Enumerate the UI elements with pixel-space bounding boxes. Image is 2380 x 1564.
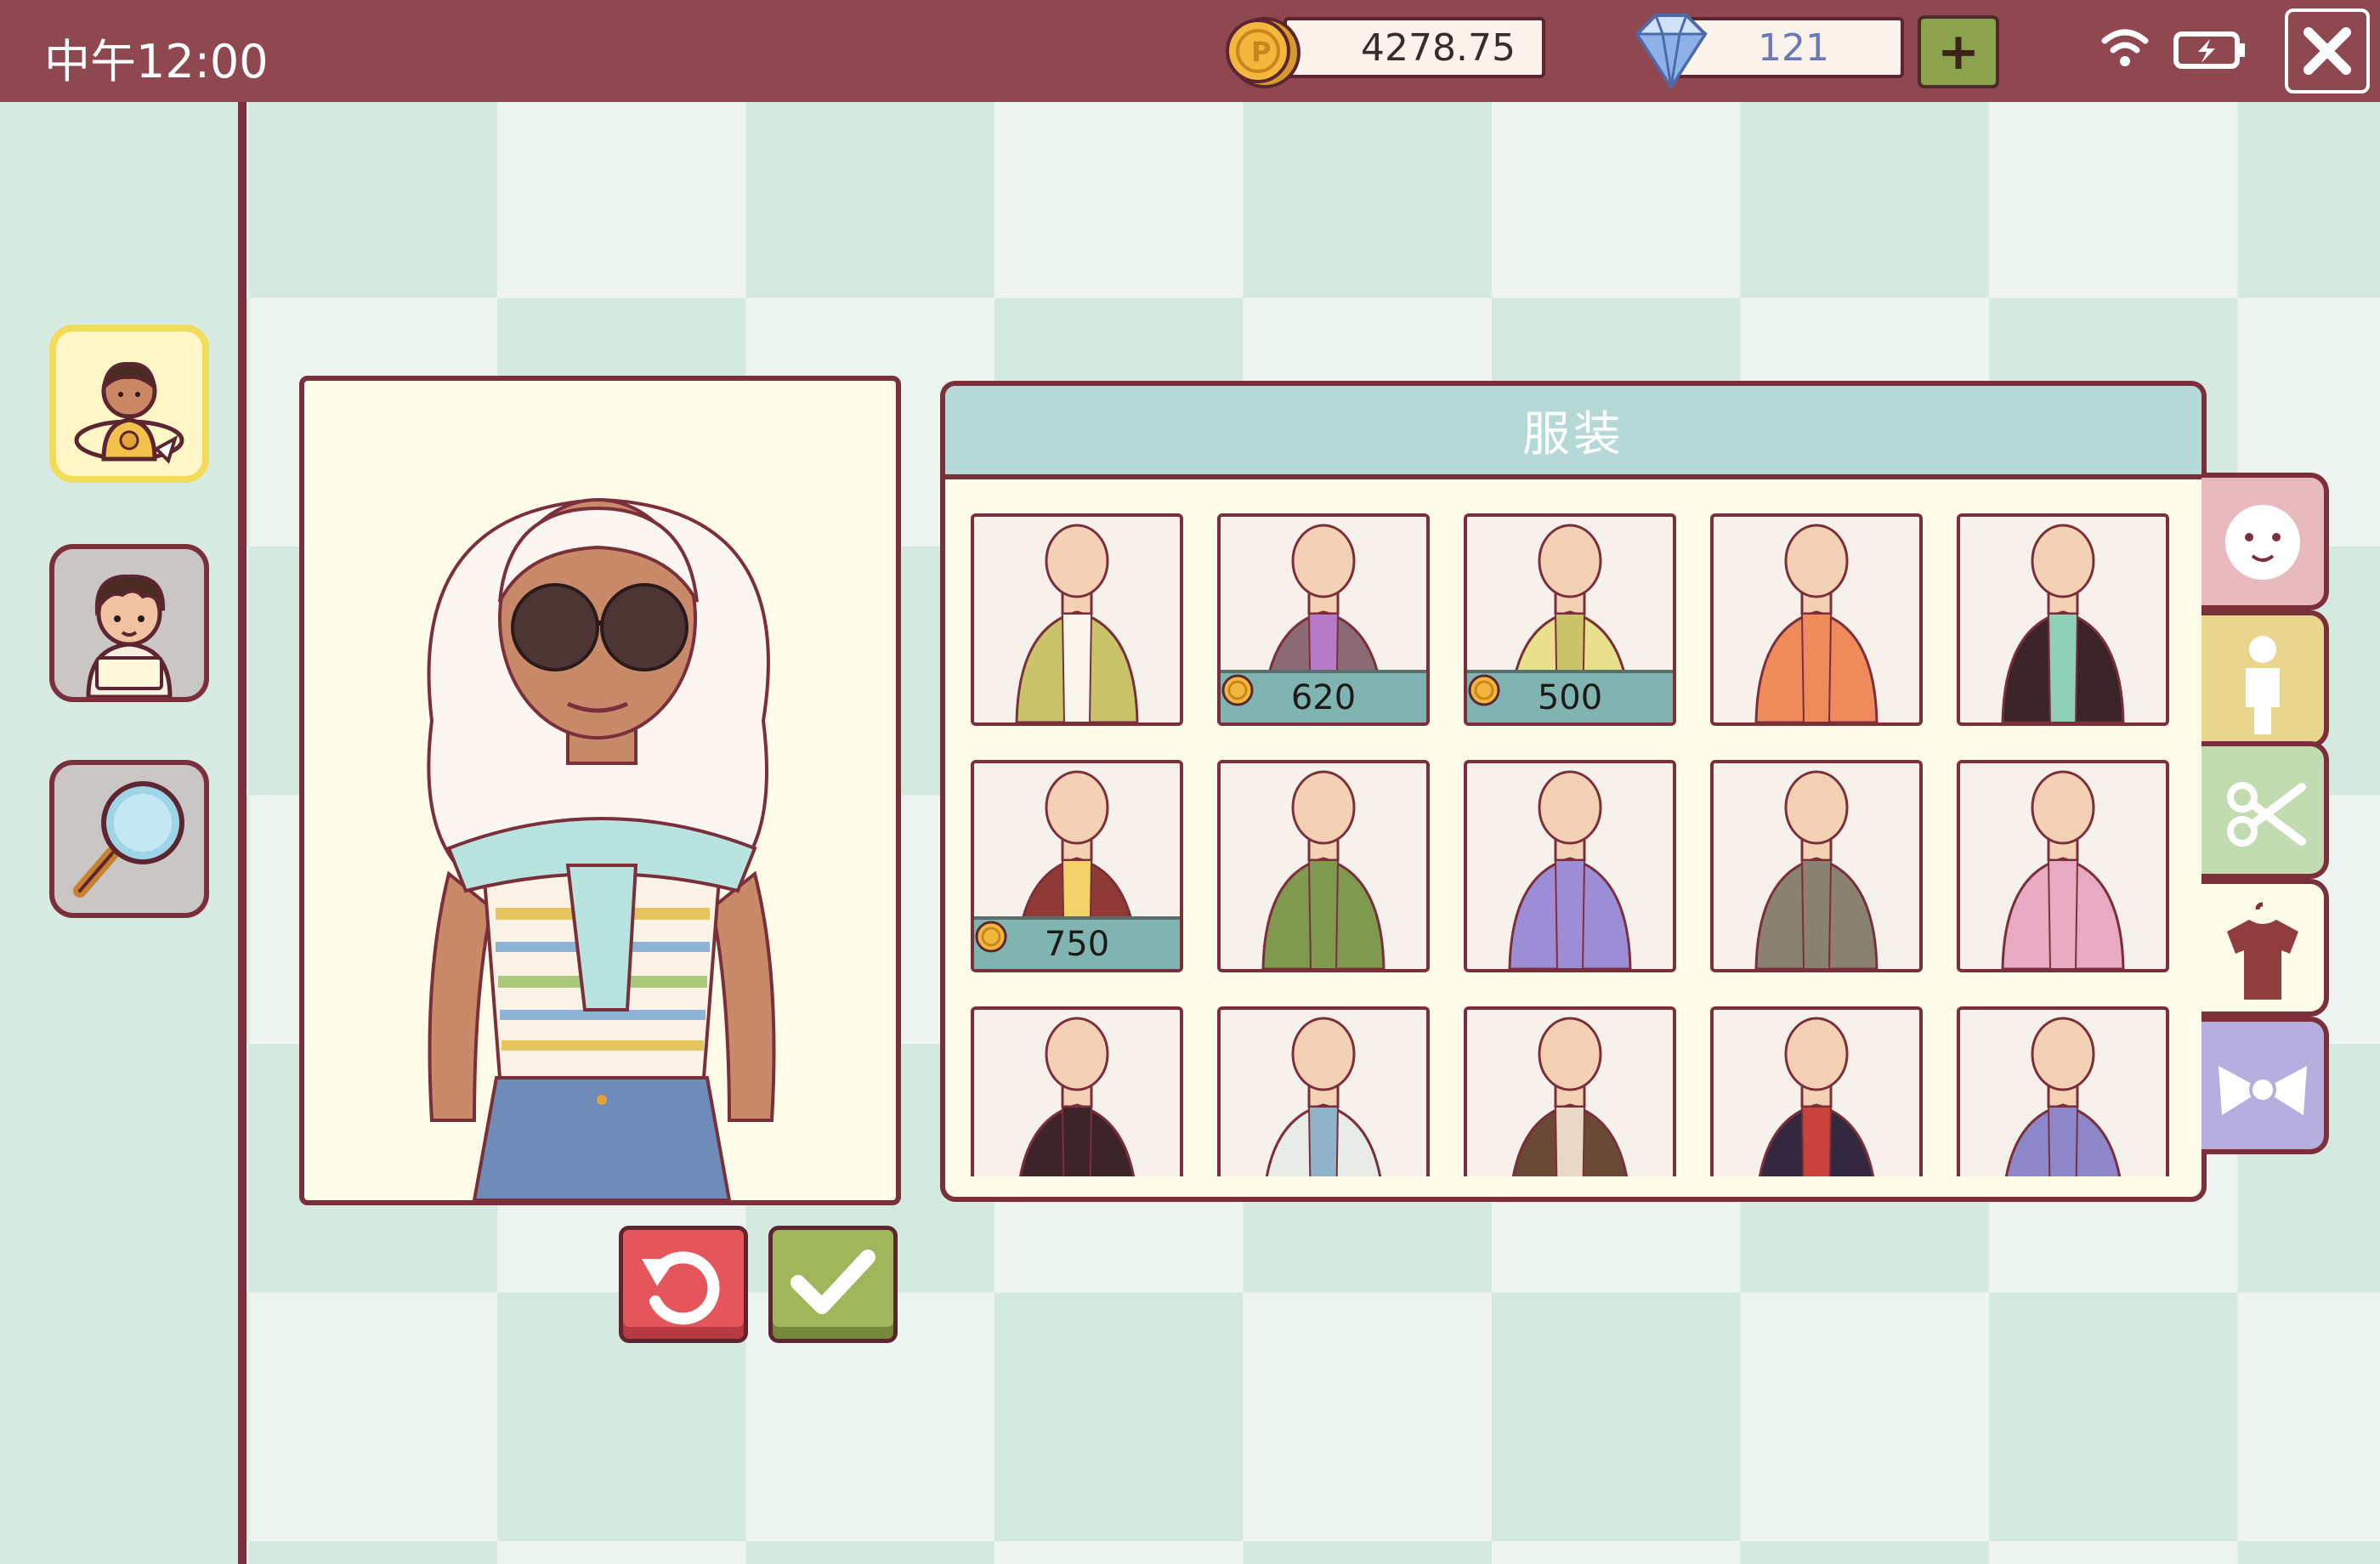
- character-portrait-icon: [86, 574, 173, 697]
- wifi-icon: [2101, 29, 2149, 66]
- outfit-card[interactable]: 620: [1217, 513, 1430, 726]
- price-tag: 620: [1221, 670, 1426, 722]
- checkmark-icon: [790, 1250, 876, 1314]
- scissors-icon: [2227, 782, 2306, 847]
- price-tag: 750: [974, 916, 1180, 969]
- search-button[interactable]: [49, 760, 209, 918]
- mannequin-icon: [1265, 1017, 1382, 1176]
- close-button[interactable]: [2285, 8, 2370, 94]
- character-figure: [427, 497, 776, 1200]
- mannequin-icon: [1758, 1017, 1875, 1176]
- coin-icon: [975, 921, 1007, 953]
- face-icon: [2225, 505, 2300, 580]
- character-preview: [299, 376, 901, 1205]
- body-tab[interactable]: [2202, 610, 2329, 748]
- outfit-card[interactable]: [1217, 760, 1430, 972]
- mannequin-icon: [2001, 524, 2125, 722]
- body-icon: [2246, 636, 2280, 734]
- sidebar-divider: [238, 102, 246, 1564]
- coin-icon: [1468, 674, 1500, 706]
- shirt-icon: [2227, 902, 2298, 1000]
- top-bar: 中午12:00 4278.75 P 121 +: [0, 0, 2380, 102]
- face-tab[interactable]: [2202, 473, 2329, 610]
- add-gems-button[interactable]: +: [1918, 15, 1999, 88]
- character-customize-icon: [74, 361, 184, 464]
- outfit-card[interactable]: 500: [1464, 513, 1676, 726]
- outfit-card[interactable]: 750: [971, 760, 1183, 972]
- price-value: 620: [1290, 678, 1357, 717]
- outfit-card[interactable]: [1710, 513, 1923, 726]
- panel-title: 服装: [945, 386, 2202, 479]
- outfit-card[interactable]: [1957, 513, 2169, 726]
- price-value: 500: [1537, 678, 1603, 717]
- price-tag: 500: [1467, 670, 1673, 722]
- bow-icon: [2218, 1066, 2307, 1115]
- coin-icon: P: [1226, 17, 1300, 88]
- mannequin-icon: [1511, 1017, 1629, 1176]
- outfit-card[interactable]: [1710, 760, 1923, 972]
- battery-icon: [2173, 31, 2245, 69]
- outfit-card[interactable]: [1957, 760, 2169, 972]
- clothing-panel: 服装 620 500 750: [940, 381, 2207, 1202]
- mannequin-icon: [1754, 770, 1878, 969]
- coin-balance: 4278.75: [1284, 17, 1545, 78]
- mannequin-icon: [1754, 524, 1878, 722]
- outfit-card[interactable]: [971, 1006, 1183, 1176]
- hair-tab[interactable]: [2202, 741, 2329, 879]
- price-value: 750: [1044, 925, 1110, 964]
- clock-time: 中午12:00: [44, 35, 269, 88]
- mannequin-icon: [1261, 770, 1386, 969]
- undo-icon: [642, 1251, 720, 1325]
- mannequin-icon: [2004, 1017, 2122, 1176]
- mannequin-icon: [1508, 770, 1632, 969]
- outfit-card[interactable]: [1464, 1006, 1676, 1176]
- outfit-card[interactable]: [1217, 1006, 1430, 1176]
- mannequin-icon: [1015, 524, 1139, 722]
- accessory-tab[interactable]: [2202, 1017, 2329, 1154]
- character-profile-button[interactable]: [49, 544, 209, 702]
- customize-character-button[interactable]: [49, 325, 209, 483]
- close-icon: [2304, 27, 2351, 75]
- outfit-card[interactable]: [971, 513, 1183, 726]
- mannequin-icon: [1018, 1017, 1136, 1176]
- confirm-button[interactable]: [768, 1226, 898, 1343]
- mannequin-icon: [2001, 770, 2125, 969]
- outfit-grid: 620 500 750: [971, 513, 2195, 1176]
- magnifier-icon: [73, 781, 184, 898]
- outfit-card[interactable]: [1464, 760, 1676, 972]
- reset-button[interactable]: [619, 1226, 748, 1343]
- diamond-icon: [1635, 14, 1708, 90]
- clothing-tab[interactable]: [2202, 879, 2329, 1017]
- outfit-card[interactable]: [1710, 1006, 1923, 1176]
- outfit-card[interactable]: [1957, 1006, 2169, 1176]
- svg-text:P: P: [1251, 36, 1271, 68]
- coin-icon: [1221, 674, 1254, 706]
